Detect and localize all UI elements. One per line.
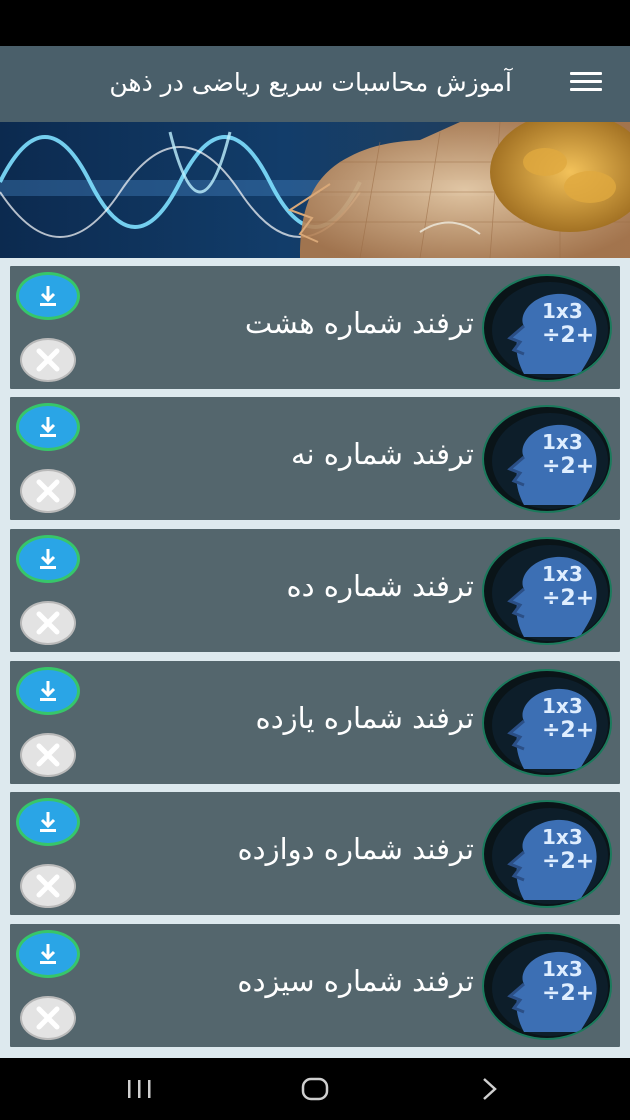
status-bar bbox=[0, 0, 630, 46]
svg-text:1x3: 1x3 bbox=[542, 957, 583, 981]
svg-text:1x3: 1x3 bbox=[542, 299, 583, 323]
list-item[interactable]: 1x3 ÷2+ ترفند شماره نه bbox=[10, 397, 620, 520]
close-icon[interactable] bbox=[20, 601, 76, 645]
tricks-list: 1x3 ÷2+ ترفند شماره هشت 1x3 ÷2+ ترفند شمار… bbox=[0, 258, 630, 1058]
download-icon[interactable] bbox=[16, 403, 80, 451]
close-icon[interactable] bbox=[20, 996, 76, 1040]
row-label: ترفند شماره نه bbox=[290, 437, 474, 471]
download-icon[interactable] bbox=[16, 535, 80, 583]
close-icon[interactable] bbox=[20, 864, 76, 908]
svg-text:÷2+: ÷2+ bbox=[542, 454, 594, 479]
close-icon[interactable] bbox=[20, 733, 76, 777]
list-item[interactable]: 1x3 ÷2+ ترفند شماره هشت bbox=[10, 266, 620, 389]
math-head-icon: 1x3 ÷2+ bbox=[482, 274, 612, 382]
row-label: ترفند شماره دوازده bbox=[237, 832, 474, 866]
header-banner-image bbox=[0, 122, 630, 258]
math-head-icon: 1x3 ÷2+ bbox=[482, 669, 612, 777]
svg-text:1x3: 1x3 bbox=[542, 430, 583, 454]
hamburger-menu-icon[interactable] bbox=[570, 72, 602, 96]
list-item[interactable]: 1x3 ÷2+ ترفند شماره سیزده bbox=[10, 924, 620, 1047]
row-label: ترفند شماره ده bbox=[286, 569, 474, 603]
back-icon[interactable] bbox=[470, 1074, 510, 1104]
math-head-icon: 1x3 ÷2+ bbox=[482, 405, 612, 513]
home-icon[interactable] bbox=[295, 1074, 335, 1104]
recent-apps-icon[interactable] bbox=[120, 1074, 160, 1104]
svg-text:1x3: 1x3 bbox=[542, 825, 583, 849]
row-label: ترفند شماره سیزده bbox=[237, 964, 474, 998]
download-icon[interactable] bbox=[16, 798, 80, 846]
navigation-bar bbox=[0, 1058, 630, 1120]
svg-text:1x3: 1x3 bbox=[542, 562, 583, 586]
math-head-icon: 1x3 ÷2+ bbox=[482, 800, 612, 908]
list-item[interactable]: 1x3 ÷2+ ترفند شماره یازده bbox=[10, 661, 620, 784]
math-head-icon: 1x3 ÷2+ bbox=[482, 932, 612, 1040]
svg-text:÷2+: ÷2+ bbox=[542, 981, 594, 1006]
svg-text:÷2+: ÷2+ bbox=[542, 718, 594, 743]
app-bar: آموزش محاسبات سریع ریاضی در ذهن bbox=[0, 46, 630, 122]
svg-text:÷2+: ÷2+ bbox=[542, 586, 594, 611]
math-head-icon: 1x3 ÷2+ bbox=[482, 537, 612, 645]
list-item[interactable]: 1x3 ÷2+ ترفند شماره ده bbox=[10, 529, 620, 652]
app-title: آموزش محاسبات سریع ریاضی در ذهن bbox=[109, 68, 512, 97]
close-icon[interactable] bbox=[20, 338, 76, 382]
row-label: ترفند شماره یازده bbox=[255, 701, 474, 735]
download-icon[interactable] bbox=[16, 272, 80, 320]
row-label: ترفند شماره هشت bbox=[244, 306, 474, 340]
svg-text:÷2+: ÷2+ bbox=[542, 849, 594, 874]
download-icon[interactable] bbox=[16, 930, 80, 978]
download-icon[interactable] bbox=[16, 667, 80, 715]
svg-text:1x3: 1x3 bbox=[542, 694, 583, 718]
svg-text:÷2+: ÷2+ bbox=[542, 323, 594, 348]
list-item[interactable]: 1x3 ÷2+ ترفند شماره دوازده bbox=[10, 792, 620, 915]
close-icon[interactable] bbox=[20, 469, 76, 513]
